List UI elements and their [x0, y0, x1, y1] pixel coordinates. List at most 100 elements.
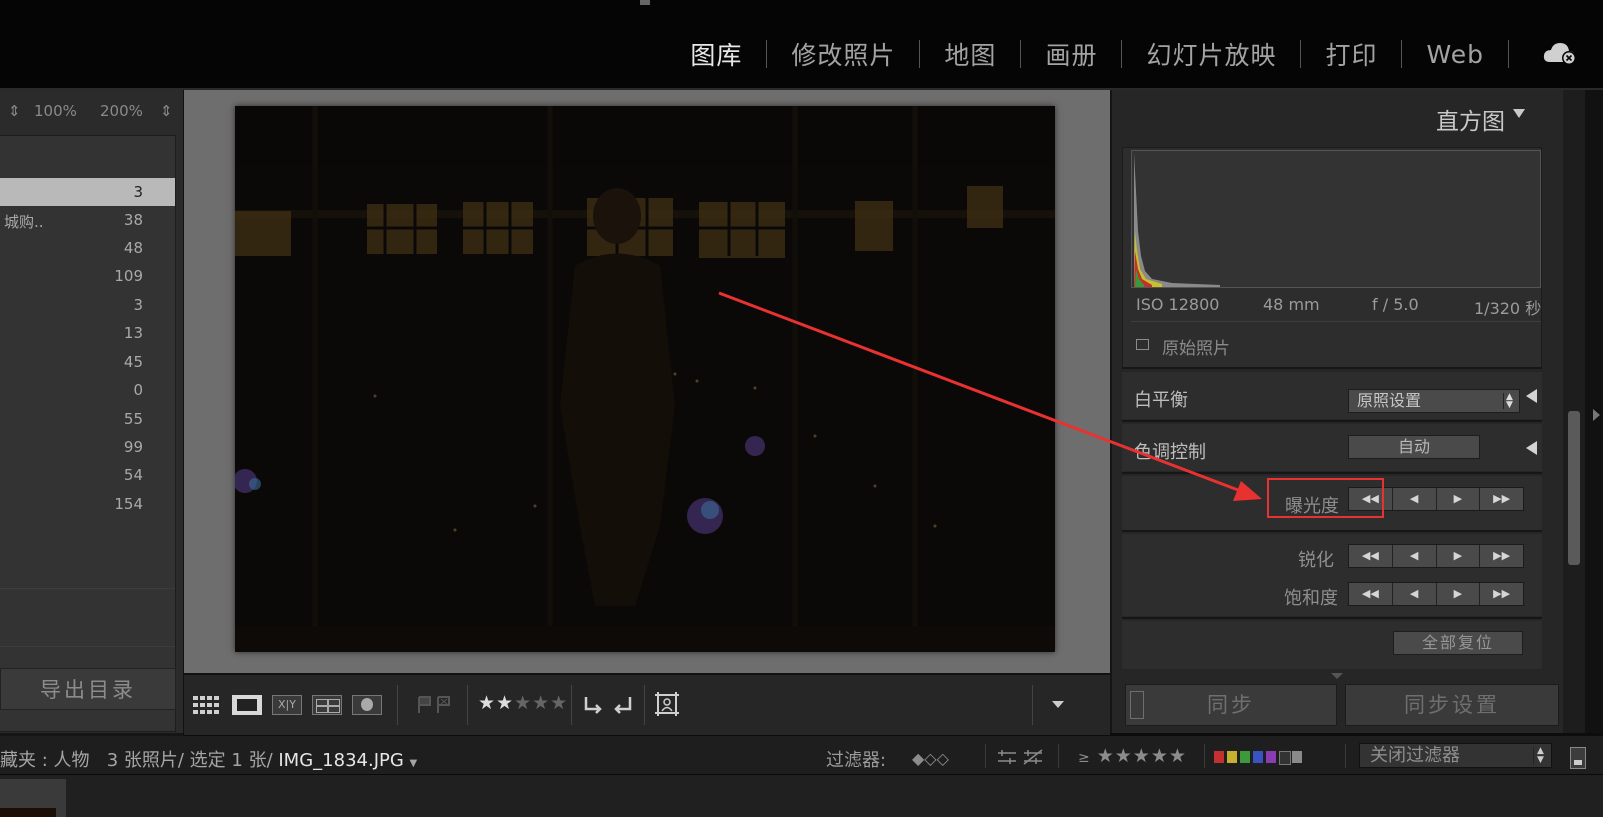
color-label-red[interactable] [1214, 751, 1224, 763]
color-label-purple[interactable] [1266, 751, 1276, 763]
list-item[interactable]: 154 [0, 490, 175, 518]
export-catalog-button[interactable]: 导出目录 [0, 668, 176, 710]
list-item[interactable]: 54 [0, 461, 175, 489]
module-web[interactable]: Web [1402, 40, 1508, 69]
histogram-graph [1131, 150, 1541, 288]
toolbar-divider [644, 685, 645, 725]
module-library[interactable]: 图库 [666, 36, 766, 72]
filter-lock-icon[interactable] [1570, 747, 1586, 769]
saturation-increase-icon[interactable]: ▶ [1436, 583, 1481, 605]
exposure-increase-large-icon[interactable]: ▶▶ [1480, 488, 1523, 510]
left-panel: ⇕ 100% 200% ⇕ 3 城购.. 38 48 109 3 13 45 0 … [0, 90, 184, 733]
module-slideshow[interactable]: 幻灯片放映 [1122, 36, 1300, 72]
module-book[interactable]: 画册 [1021, 36, 1121, 72]
filename-dropdown-icon[interactable]: ▼ [410, 758, 418, 769]
selected-count: 选定 1 张/ [189, 750, 273, 771]
original-photo-checkbox[interactable] [1136, 339, 1149, 350]
saturation-label: 饱和度 [1284, 588, 1338, 609]
people-view-icon[interactable] [352, 695, 382, 715]
collections-list: 3 城购..38 48 109 3 13 45 0 55 99 54 154 + [0, 135, 176, 732]
collection-label[interactable]: 藏夹 : 人物 [0, 750, 90, 771]
saturation-increase-large-icon[interactable]: ▶▶ [1480, 583, 1523, 605]
sync-button[interactable]: 同步 [1125, 684, 1337, 726]
color-label-other[interactable] [1292, 751, 1302, 763]
zoom-200[interactable]: 200% [100, 102, 143, 120]
color-label-none[interactable] [1279, 751, 1291, 765]
saturation-decrease-large-icon[interactable]: ◀◀ [1349, 583, 1393, 605]
list-item[interactable]: 3 [0, 291, 175, 319]
sharpen-increase-icon[interactable]: ▶ [1436, 545, 1481, 567]
compare-view-icon[interactable]: X|Y [272, 695, 302, 715]
module-print[interactable]: 打印 [1301, 36, 1401, 72]
sharpen-decrease-large-icon[interactable]: ◀◀ [1349, 545, 1393, 567]
color-label-blue[interactable] [1253, 751, 1263, 763]
sharpen-decrease-icon[interactable]: ◀ [1392, 545, 1437, 567]
panel-divider [1122, 420, 1542, 422]
color-label-green[interactable] [1240, 751, 1250, 763]
panel-divider [1122, 367, 1542, 369]
list-item[interactable]: 3 [0, 178, 175, 206]
exif-shutter-speed: 1/320 秒 [1474, 299, 1542, 318]
exif-focal-length: 48 mm [1263, 295, 1320, 314]
cloud-sync-icon[interactable] [1542, 40, 1578, 66]
filter-edit-status-icon[interactable] [996, 748, 1048, 766]
list-item[interactable]: 45 [0, 348, 175, 376]
filter-divider [985, 744, 986, 768]
toolbar-options-dropdown-icon[interactable] [1052, 701, 1064, 708]
collapse-triangle-icon[interactable] [1513, 109, 1525, 118]
auto-sync-toggle[interactable] [1130, 691, 1144, 719]
sharpen-stepper: ◀◀ ◀ ▶ ▶▶ [1348, 544, 1524, 568]
rotate-right-icon[interactable] [610, 693, 634, 717]
photo-preview[interactable] [235, 106, 1055, 652]
list-header [0, 136, 175, 178]
tone-control-collapse-icon[interactable] [1526, 441, 1537, 455]
toolbar-divider [397, 685, 398, 725]
list-item[interactable]: 13 [0, 319, 175, 347]
zoom-spinner-icon[interactable]: ⇕ [8, 102, 21, 120]
reset-all-button[interactable]: 全部复位 [1393, 631, 1523, 655]
filter-divider [1058, 744, 1059, 768]
module-map[interactable]: 地图 [920, 36, 1020, 72]
list-item[interactable]: 0 [0, 376, 175, 404]
sharpen-label: 锐化 [1298, 550, 1334, 571]
list-item[interactable]: 99 [0, 433, 175, 461]
list-item[interactable]: 55 [0, 405, 175, 433]
top-panel-toggle[interactable] [640, 0, 650, 5]
white-balance-select[interactable]: 原照设置 ▲ ▼ [1348, 389, 1520, 413]
rotate-left-icon[interactable] [582, 693, 606, 717]
filter-flag-icons[interactable]: ◆◇◇ [912, 749, 949, 768]
color-label-yellow[interactable] [1227, 751, 1237, 763]
loupe-view-icon[interactable] [232, 695, 262, 715]
exposure-increase-icon[interactable]: ▶ [1436, 488, 1481, 510]
crop-overlay-icon[interactable] [654, 691, 680, 717]
grid-view-icon[interactable] [192, 695, 222, 715]
rating-stars[interactable]: ★★★★★ [478, 692, 568, 714]
panel-divider [1122, 530, 1542, 532]
exposure-decrease-icon[interactable]: ◀ [1392, 488, 1437, 510]
list-item[interactable]: 48 [0, 234, 175, 262]
list-item[interactable]: 城购.. 38 [0, 206, 175, 234]
histogram-title[interactable]: 直方图 [1436, 102, 1505, 136]
filename-label[interactable]: IMG_1834.JPG [278, 750, 403, 771]
saturation-decrease-icon[interactable]: ◀ [1392, 583, 1437, 605]
right-panel-toggle-icon[interactable] [1593, 409, 1600, 421]
list-item[interactable]: 109 [0, 262, 175, 290]
filter-preset-select[interactable]: 关闭过滤器 ▲ ▼ [1359, 743, 1552, 768]
zoom-100[interactable]: 100% [34, 102, 77, 120]
flag-icon[interactable] [416, 695, 456, 715]
tone-control-label: 色调控制 [1134, 442, 1206, 463]
filter-rating-stars[interactable]: ≥ ★★★★★ [1078, 745, 1187, 767]
white-balance-label: 白平衡 [1134, 390, 1188, 411]
filter-divider [1345, 744, 1346, 768]
white-balance-collapse-icon[interactable] [1526, 389, 1537, 403]
scrollbar-thumb[interactable] [1568, 411, 1580, 565]
saturation-stepper: ◀◀ ◀ ▶ ▶▶ [1348, 582, 1524, 606]
select-spinner-icon: ▲ ▼ [1533, 747, 1547, 765]
zoom-more-spinner-icon[interactable]: ⇕ [160, 102, 173, 120]
sharpen-increase-large-icon[interactable]: ▶▶ [1480, 545, 1523, 567]
survey-view-icon[interactable] [312, 695, 342, 715]
module-develop[interactable]: 修改照片 [767, 36, 919, 72]
list-divider [0, 646, 175, 647]
auto-tone-button[interactable]: 自动 [1348, 435, 1480, 459]
sync-settings-button[interactable]: 同步设置 [1345, 684, 1559, 726]
